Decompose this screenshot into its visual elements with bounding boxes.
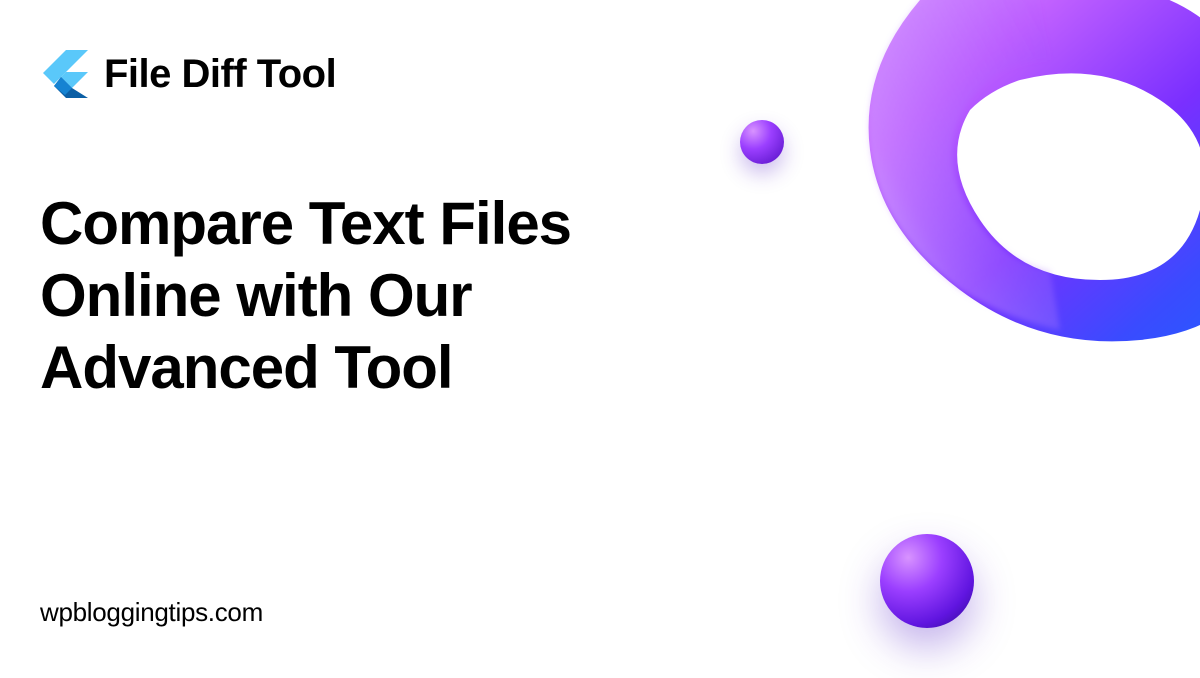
flutter-logo-icon [40, 50, 88, 98]
brand-name: File Diff Tool [104, 52, 336, 97]
hero-banner: File Diff Tool Compare Text Files Online… [0, 0, 1200, 678]
page-headline: Compare Text Files Online with Our Advan… [40, 188, 720, 404]
decorative-sphere-large [880, 534, 974, 628]
domain-label: wpbloggingtips.com [40, 597, 263, 628]
decorative-sphere-small [740, 120, 784, 164]
decorative-3d-shape [820, 0, 1200, 430]
